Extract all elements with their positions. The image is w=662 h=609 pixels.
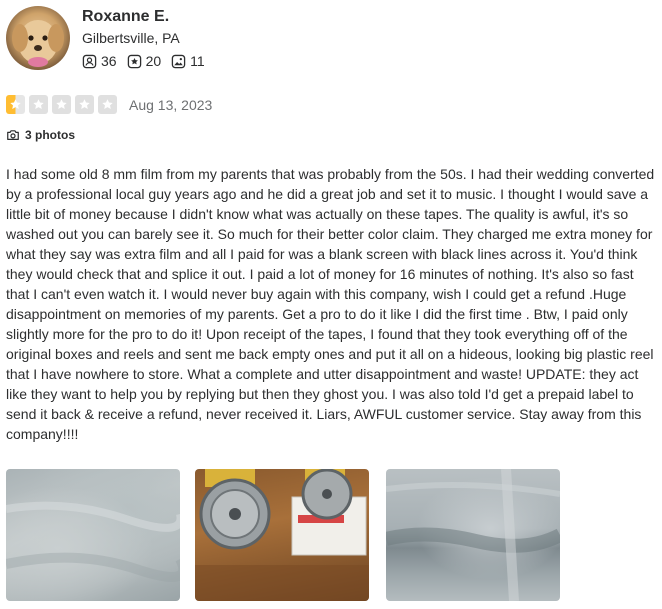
- review-photo[interactable]: [386, 469, 560, 601]
- photos-count: 11: [190, 53, 205, 69]
- review-text: I had some old 8 mm film from my parents…: [6, 166, 655, 442]
- star-icon: [29, 95, 48, 114]
- star-icon: [75, 95, 94, 114]
- friends-stat: 36: [82, 53, 117, 69]
- rating-row: Aug 13, 2023: [6, 95, 212, 114]
- photos-link[interactable]: 3 photos: [6, 128, 75, 142]
- friends-icon: [82, 54, 97, 68]
- user-name[interactable]: Roxanne E.: [82, 8, 169, 26]
- reviews-count: 20: [145, 53, 162, 69]
- review-photo[interactable]: [6, 469, 180, 601]
- photos-stat: 11: [171, 53, 205, 69]
- camera-icon: [7, 130, 19, 140]
- star-icon: [52, 95, 71, 114]
- friends-count: 36: [101, 53, 117, 69]
- user-stats: 36 20 11: [82, 53, 205, 69]
- review-star-icon: [127, 54, 141, 68]
- reviews-stat: 20: [127, 53, 162, 69]
- star-icon: [6, 95, 25, 114]
- user-location: Gilbertsville, PA: [82, 30, 180, 46]
- review-photo[interactable]: [195, 469, 369, 601]
- photo-icon: [171, 54, 186, 68]
- avatar[interactable]: [6, 6, 70, 70]
- review-date: Aug 13, 2023: [129, 96, 213, 113]
- star-icon: [98, 95, 117, 114]
- photos-label[interactable]: 3 photos: [25, 128, 75, 142]
